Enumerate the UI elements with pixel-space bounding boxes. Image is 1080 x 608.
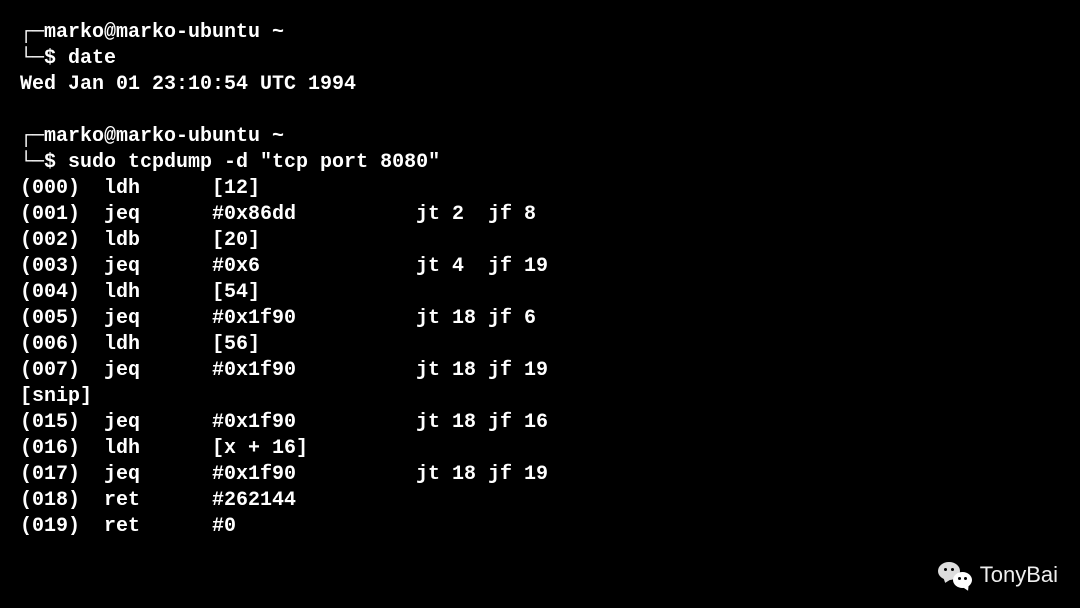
prompt-user-host-1: ┌─marko@marko-ubuntu ~ (20, 20, 284, 46)
bpf-jump-true: jt 18 (416, 306, 488, 332)
bpf-instruction-row: (000)ldh[12] (20, 176, 1060, 202)
bpf-instruction-row: (015)jeq#0x1f90jt 18jf 16 (20, 410, 1060, 436)
bpf-jump-false: jf 19 (488, 254, 548, 280)
bpf-index: (005) (20, 306, 104, 332)
watermark: TonyBai (938, 561, 1058, 590)
bpf-instruction-row: (017)jeq#0x1f90jt 18jf 19 (20, 462, 1060, 488)
bpf-opcode: ldh (104, 332, 212, 358)
bpf-index: (006) (20, 332, 104, 358)
bpf-instruction-row: (007)jeq#0x1f90jt 18jf 19 (20, 358, 1060, 384)
bpf-jump-true: jt 18 (416, 410, 488, 436)
bpf-argument: [x + 16] (212, 436, 416, 462)
bpf-jump-false: jf 16 (488, 410, 548, 436)
bpf-argument: #0x86dd (212, 202, 416, 228)
bpf-instruction-row: (003)jeq#0x6jt 4jf 19 (20, 254, 1060, 280)
bpf-argument: #0 (212, 514, 416, 540)
bpf-index: (018) (20, 488, 104, 514)
terminal-block-2: ┌─marko@marko-ubuntu ~ └─$ sudo tcpdump … (20, 124, 1060, 540)
bpf-argument: [12] (212, 176, 416, 202)
bpf-output-cont: (015)jeq#0x1f90jt 18jf 16(016)ldh[x + 16… (20, 410, 1060, 540)
wechat-icon (938, 562, 972, 590)
bpf-argument: #262144 (212, 488, 416, 514)
terminal-block-1: ┌─marko@marko-ubuntu ~ └─$ date Wed Jan … (20, 20, 1060, 98)
bpf-instruction-row: (018)ret#262144 (20, 488, 1060, 514)
bpf-instruction-row: (005)jeq#0x1f90jt 18jf 6 (20, 306, 1060, 332)
bpf-jump-false: jf 19 (488, 462, 548, 488)
bpf-instruction-row: (016)ldh[x + 16] (20, 436, 1060, 462)
bpf-argument: #0x1f90 (212, 358, 416, 384)
bpf-argument: [20] (212, 228, 416, 254)
bpf-argument: [54] (212, 280, 416, 306)
prompt-prefix-1: └─$ (20, 46, 68, 72)
bpf-opcode: jeq (104, 254, 212, 280)
bpf-jump-true (416, 176, 488, 202)
bpf-argument: [56] (212, 332, 416, 358)
bpf-index: (016) (20, 436, 104, 462)
bpf-opcode: ret (104, 514, 212, 540)
bpf-jump-false: jf 8 (488, 202, 536, 228)
bpf-opcode: ret (104, 488, 212, 514)
bpf-jump-true (416, 436, 488, 462)
bpf-opcode: ldh (104, 436, 212, 462)
bpf-opcode: jeq (104, 410, 212, 436)
prompt-line-2: ┌─marko@marko-ubuntu ~ (20, 124, 1060, 150)
bpf-jump-true (416, 514, 488, 540)
bpf-argument: #0x1f90 (212, 410, 416, 436)
bpf-argument: #0x1f90 (212, 462, 416, 488)
bpf-opcode: jeq (104, 202, 212, 228)
bpf-index: (015) (20, 410, 104, 436)
bpf-opcode: ldh (104, 280, 212, 306)
bpf-index: (019) (20, 514, 104, 540)
command-line-1[interactable]: └─$ date (20, 46, 1060, 72)
bpf-argument: #0x1f90 (212, 306, 416, 332)
bpf-instruction-row: (002)ldb[20] (20, 228, 1060, 254)
bpf-index: (000) (20, 176, 104, 202)
prompt-user-host-2: ┌─marko@marko-ubuntu ~ (20, 124, 284, 150)
bpf-index: (001) (20, 202, 104, 228)
bpf-jump-true: jt 2 (416, 202, 488, 228)
bpf-opcode: ldh (104, 176, 212, 202)
bpf-jump-true (416, 488, 488, 514)
bpf-instruction-row: (001)jeq#0x86ddjt 2jf 8 (20, 202, 1060, 228)
command-text-2: sudo tcpdump -d "tcp port 8080" (68, 150, 440, 176)
bpf-opcode: jeq (104, 306, 212, 332)
bpf-opcode: ldb (104, 228, 212, 254)
bpf-index: (002) (20, 228, 104, 254)
bpf-index: (007) (20, 358, 104, 384)
bpf-opcode: jeq (104, 358, 212, 384)
bpf-jump-false: jf 19 (488, 358, 548, 384)
command-output-1: Wed Jan 01 23:10:54 UTC 1994 (20, 72, 1060, 98)
bpf-instruction-row: (006)ldh[56] (20, 332, 1060, 358)
bpf-jump-true (416, 228, 488, 254)
bpf-jump-true (416, 280, 488, 306)
bpf-instruction-row: (004)ldh[54] (20, 280, 1060, 306)
bpf-index: (017) (20, 462, 104, 488)
watermark-label: TonyBai (980, 561, 1058, 590)
bpf-instruction-row: (019)ret#0 (20, 514, 1060, 540)
command-line-2[interactable]: └─$ sudo tcpdump -d "tcp port 8080" (20, 150, 1060, 176)
bpf-argument: #0x6 (212, 254, 416, 280)
snip-marker: [snip] (20, 384, 1060, 410)
bpf-jump-true (416, 332, 488, 358)
bpf-jump-true: jt 18 (416, 462, 488, 488)
command-text-1: date (68, 46, 116, 72)
bpf-output: (000)ldh[12](001)jeq#0x86ddjt 2jf 8(002)… (20, 176, 1060, 384)
bpf-opcode: jeq (104, 462, 212, 488)
bpf-jump-false: jf 6 (488, 306, 536, 332)
bpf-index: (003) (20, 254, 104, 280)
bpf-jump-true: jt 4 (416, 254, 488, 280)
prompt-prefix-2: └─$ (20, 150, 68, 176)
bpf-jump-true: jt 18 (416, 358, 488, 384)
bpf-index: (004) (20, 280, 104, 306)
prompt-line-1: ┌─marko@marko-ubuntu ~ (20, 20, 1060, 46)
